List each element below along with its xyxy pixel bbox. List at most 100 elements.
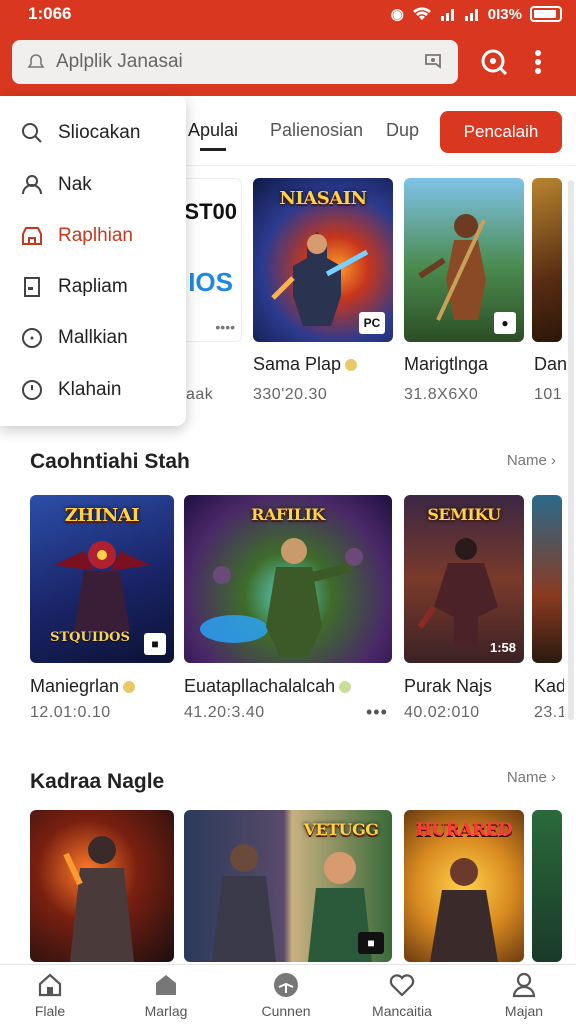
game-name: Purak Najs — [404, 676, 493, 696]
scrollbar[interactable] — [568, 180, 574, 720]
bookmark-icon[interactable] — [422, 51, 444, 73]
nav-item-profile[interactable]: Majan — [474, 971, 574, 1019]
compass-icon — [274, 973, 298, 997]
search-icon — [22, 123, 42, 143]
menu-item-book[interactable]: Rapliam — [20, 272, 128, 302]
app-bar: Aplplik Janasai — [0, 28, 576, 96]
platform-badge-icon: ● — [494, 312, 516, 334]
hero-figure-image — [63, 836, 134, 962]
game-banner: NIASAIN — [279, 188, 367, 209]
game-tile[interactable]: RAFILIK — [184, 495, 392, 663]
primary-action-button[interactable]: Pencalaih — [440, 111, 562, 153]
game-banner: ZHINAI — [64, 505, 140, 526]
game-name: Maniegrlan — [30, 676, 136, 697]
game-tile[interactable] — [532, 178, 562, 342]
shop-icon — [22, 227, 42, 245]
wifi-icon — [412, 7, 431, 20]
search-input[interactable]: Aplplik Janasai — [12, 40, 458, 84]
kebab-menu-icon — [535, 50, 541, 74]
game-banner: RAFILIK — [251, 505, 325, 524]
game-name: Euatapllachalalcah — [184, 676, 352, 697]
search-icon — [481, 49, 508, 76]
status-bar: 1:066 ◉ 0I3% — [0, 0, 576, 28]
platform-badge: PC — [359, 312, 385, 334]
active-tab-indicator — [200, 148, 226, 151]
game-tile[interactable] — [532, 495, 562, 663]
game-subtitle: STQUIDOS — [50, 630, 130, 645]
game-tile[interactable]: ZHINAI STQUIDOS ■ — [30, 495, 174, 663]
book-icon — [24, 277, 40, 297]
search-placeholder: Aplplik Janasai — [56, 51, 183, 72]
game-tile[interactable]: NIASAIN PC — [253, 178, 393, 342]
store-icon — [156, 975, 176, 995]
game-tile[interactable] — [532, 810, 562, 962]
nav-item-discover[interactable]: Cunnen — [236, 971, 336, 1019]
tab-apulai[interactable]: Apulai — [188, 120, 238, 141]
status-icons: ◉ 0I3% — [391, 5, 562, 23]
game-name: Marigtlnga — [404, 354, 489, 374]
game-count-label: 1:58 — [489, 640, 516, 655]
menu-item-label: Nak — [58, 174, 92, 195]
signal-icon-2 — [464, 9, 478, 21]
menu-item-clock[interactable]: Mallkian — [20, 323, 128, 353]
menu-item-label: Klahain — [58, 379, 122, 400]
promo-subline: IOS — [188, 267, 233, 297]
battery-icon — [530, 6, 562, 22]
search-button[interactable] — [474, 42, 514, 82]
game-price: 12.01:0.10 — [30, 704, 111, 721]
game-price: 41.20:3.40 — [184, 704, 265, 721]
hero-figure-image — [430, 858, 498, 962]
nav-item-store[interactable]: Marlag — [116, 971, 216, 1019]
hero-figure-image — [54, 541, 150, 631]
status-time: 1:066 — [28, 4, 72, 23]
user-icon — [22, 175, 42, 195]
promo-headline: IST00 — [178, 199, 237, 224]
rating-icon — [345, 359, 358, 372]
menu-item-shop[interactable]: Raplhian — [20, 221, 133, 251]
dropdown-menu: Sliocakan Nak Raplhian Rapliam Mallkian … — [0, 96, 186, 426]
more-options-button[interactable] — [518, 42, 558, 82]
section-more-link[interactable]: Name › — [507, 452, 556, 469]
game-tile[interactable]: ● — [404, 178, 524, 342]
battery-percent: 0I3% — [487, 5, 522, 23]
game-banner: VETUGG — [303, 820, 379, 839]
hero-figure-image — [200, 538, 363, 657]
game-tile[interactable]: SEMIKU 1:58 — [404, 495, 524, 663]
nav-label: Marlag — [144, 1003, 188, 1019]
menu-item-timer[interactable]: Klahain — [20, 375, 121, 405]
menu-item-label: Rapliam — [58, 276, 128, 297]
heart-icon — [389, 974, 415, 997]
nav-item-wishlist[interactable]: Mancaitia — [352, 971, 452, 1019]
nav-label: Cunnen — [261, 1003, 311, 1019]
tile-dots-icon: •••• — [215, 319, 235, 335]
nav-label: Flale — [34, 1003, 66, 1019]
nav-item-home[interactable]: Flale — [0, 971, 100, 1019]
section-title: Kadraa Nagle — [30, 770, 165, 793]
game-price: 101 — [534, 386, 563, 403]
game-price: 40.02:010 — [404, 704, 480, 721]
menu-item-label: Mallkian — [58, 327, 128, 348]
more-dots-icon[interactable]: ••• — [366, 702, 388, 723]
game-price: aak — [186, 386, 214, 403]
hero-figure-image — [418, 214, 486, 321]
signal-icon — [440, 9, 454, 21]
game-tile[interactable] — [30, 810, 174, 962]
tab-dup[interactable]: Dup — [386, 120, 419, 141]
hero-figure-image — [417, 538, 498, 647]
platform-badge-icon: ■ — [358, 932, 384, 954]
section-more-link[interactable]: Name › — [507, 769, 556, 786]
nav-label: Majan — [504, 1003, 544, 1019]
game-tile[interactable]: HURARED — [404, 810, 524, 962]
rating-icon — [123, 681, 136, 694]
notification-icon: ◉ — [390, 6, 404, 23]
menu-item-search[interactable]: Sliocakan — [20, 118, 140, 148]
game-name: Dan — [534, 354, 568, 374]
profile-icon — [512, 972, 536, 998]
game-tile[interactable]: VETUGG ■ — [184, 810, 392, 962]
game-name: Kad — [534, 676, 564, 696]
rating-icon — [339, 681, 352, 694]
tab-palienosian[interactable]: Palienosian — [270, 120, 363, 141]
clock-icon — [22, 328, 42, 348]
menu-item-user[interactable]: Nak — [20, 170, 92, 200]
game-price: 31.8X6X0 — [404, 386, 479, 403]
